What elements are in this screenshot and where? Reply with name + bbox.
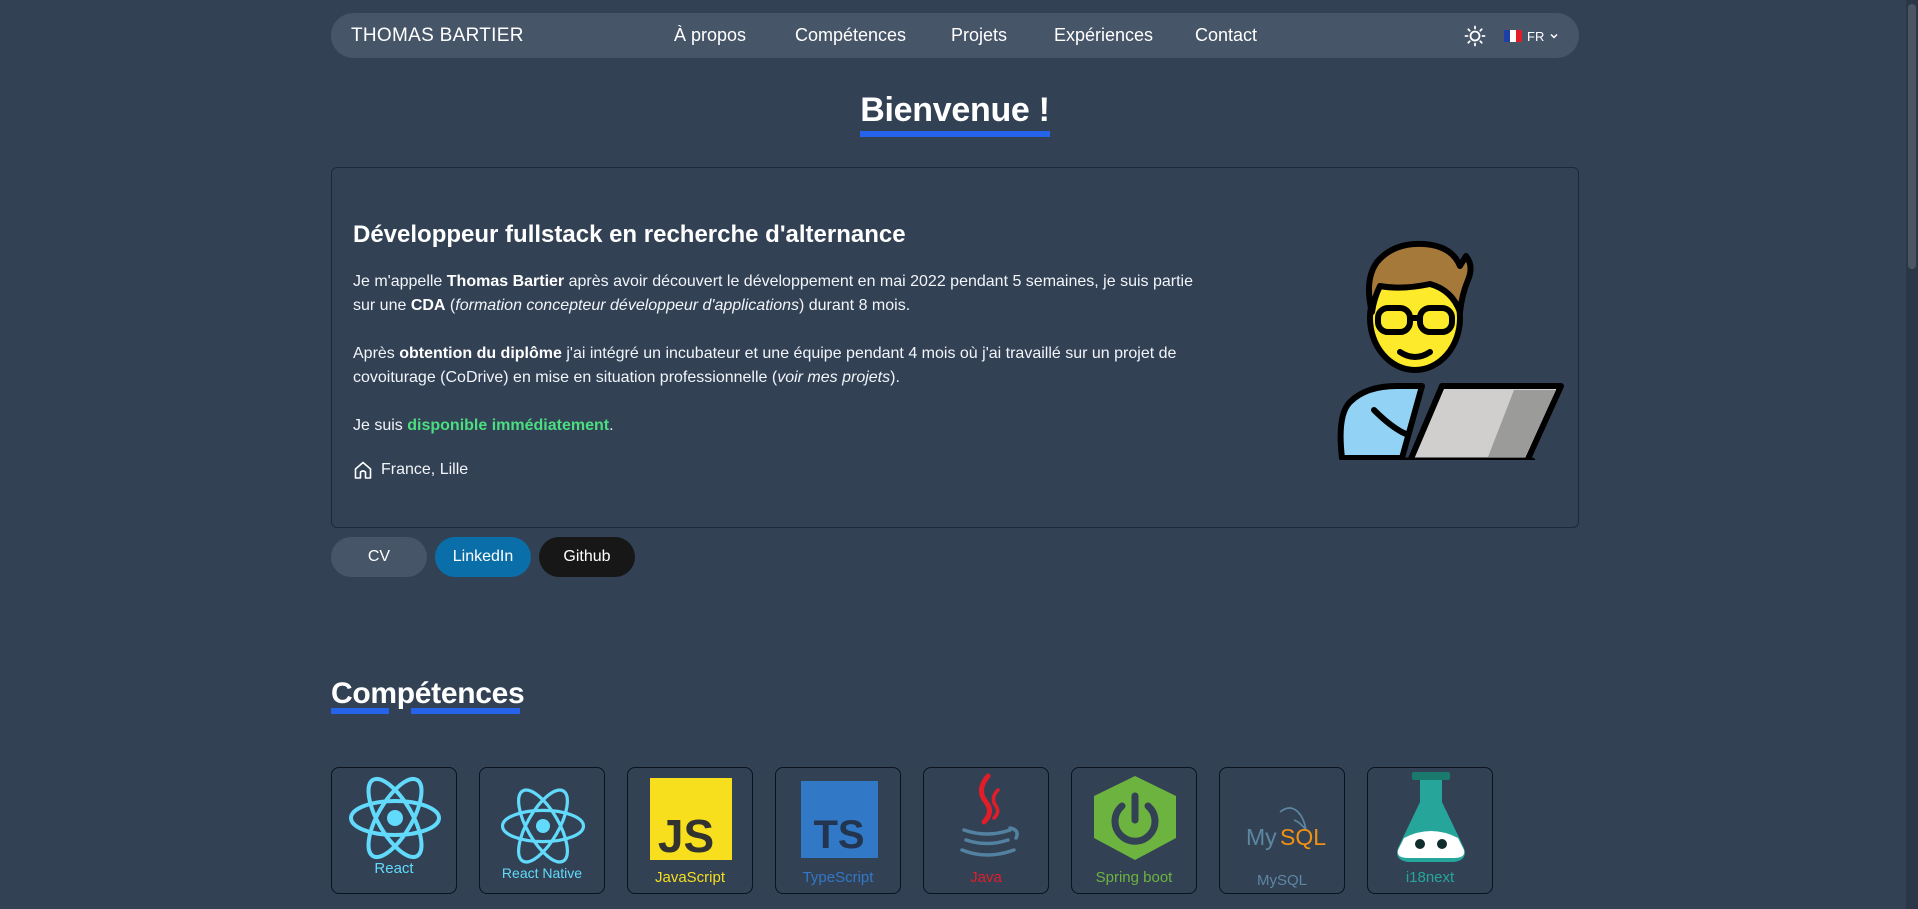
skill-label: TypeScript [802, 869, 874, 886]
theme-toggle-button[interactable] [1464, 25, 1486, 47]
developer-avatar-icon [1337, 240, 1564, 460]
svg-text:SQL: SQL [1280, 824, 1326, 850]
nav-link-projets[interactable]: Projets [951, 25, 1007, 46]
skill-label: JavaScript [654, 869, 726, 886]
typescript-icon: TS [801, 781, 878, 858]
intro-title: Développeur fullstack en recherche d'alt… [353, 221, 906, 248]
location: France, Lille [353, 460, 468, 480]
svg-text:TS: TS [813, 813, 864, 857]
mysql-icon: My SQL [1246, 807, 1326, 850]
skill-label: React Native [501, 865, 583, 881]
nav-link-a-propos[interactable]: À propos [674, 25, 746, 46]
location-text: France, Lille [381, 461, 469, 478]
sun-icon [1464, 25, 1486, 47]
github-button[interactable]: Github [539, 537, 635, 577]
skill-label: i18next [1405, 869, 1455, 886]
see-projects-text: voir mes projets [777, 369, 891, 386]
svg-text:JS: JS [658, 810, 714, 862]
linkedin-button[interactable]: LinkedIn [435, 537, 531, 577]
name-highlight: Thomas Bartier [446, 273, 565, 290]
intro-paragraph-2: Après obtention du diplôme j'ai intégré … [353, 345, 1177, 386]
javascript-icon: JS [650, 778, 732, 862]
france-flag-icon [1504, 30, 1522, 42]
chevron-down-icon [1550, 33, 1558, 39]
skills-heading-underline [331, 708, 389, 714]
language-label: FR [1527, 28, 1545, 44]
nav-link-experiences[interactable]: Expériences [1054, 25, 1153, 46]
skill-card-react-native[interactable]: React Native [479, 767, 605, 894]
cda-full-name: formation concepteur développeur d'appli… [455, 297, 799, 314]
intro-card: Développeur fullstack en recherche d'alt… [331, 167, 1579, 528]
svg-text:My: My [1246, 824, 1277, 850]
diploma-highlight: obtention du diplôme [399, 345, 562, 362]
skill-card-typescript[interactable]: TS TypeScript [775, 767, 901, 894]
skill-card-mysql[interactable]: My SQL MySQL [1219, 767, 1345, 894]
react-icon [349, 776, 441, 860]
cv-button[interactable]: CV [331, 537, 427, 577]
skill-card-javascript[interactable]: JS JavaScript [627, 767, 753, 894]
welcome-heading-wrap: Bienvenue ! [0, 90, 1910, 137]
java-icon [960, 773, 1019, 857]
skill-label: Java [970, 869, 1002, 886]
navbar: THOMAS BARTIER À propos Compétences Proj… [331, 13, 1579, 58]
skill-card-react[interactable]: React [331, 767, 457, 894]
skill-card-i18next[interactable]: i18next [1367, 767, 1493, 894]
nav-link-contact[interactable]: Contact [1195, 25, 1257, 46]
nav-links: À propos Compétences Projets Expériences… [331, 25, 1579, 49]
skill-label: Spring boot [1095, 869, 1173, 886]
intro-paragraph-3: Je suis disponible immédiatement. [353, 417, 614, 434]
react-native-icon [500, 788, 586, 864]
skill-label: MySQL [1256, 872, 1307, 889]
spring-boot-icon [1094, 776, 1176, 860]
nav-link-competences[interactable]: Compétences [795, 25, 906, 46]
availability-highlight: disponible immédiatement [407, 417, 610, 434]
skills-heading-underline [411, 708, 520, 714]
home-icon [354, 461, 372, 479]
language-selector[interactable]: FR [1504, 26, 1559, 46]
skill-card-java[interactable]: Java [923, 767, 1049, 894]
skill-card-spring-boot[interactable]: Spring boot [1071, 767, 1197, 894]
i18next-icon [1397, 772, 1465, 862]
skill-label: React [374, 860, 414, 877]
intro-paragraph-1: Je m'appelle Thomas Bartier après avoir … [353, 273, 1193, 314]
skills-heading: Compétences [331, 677, 525, 710]
cda-highlight: CDA [410, 297, 446, 314]
welcome-heading: Bienvenue ! [860, 90, 1050, 137]
